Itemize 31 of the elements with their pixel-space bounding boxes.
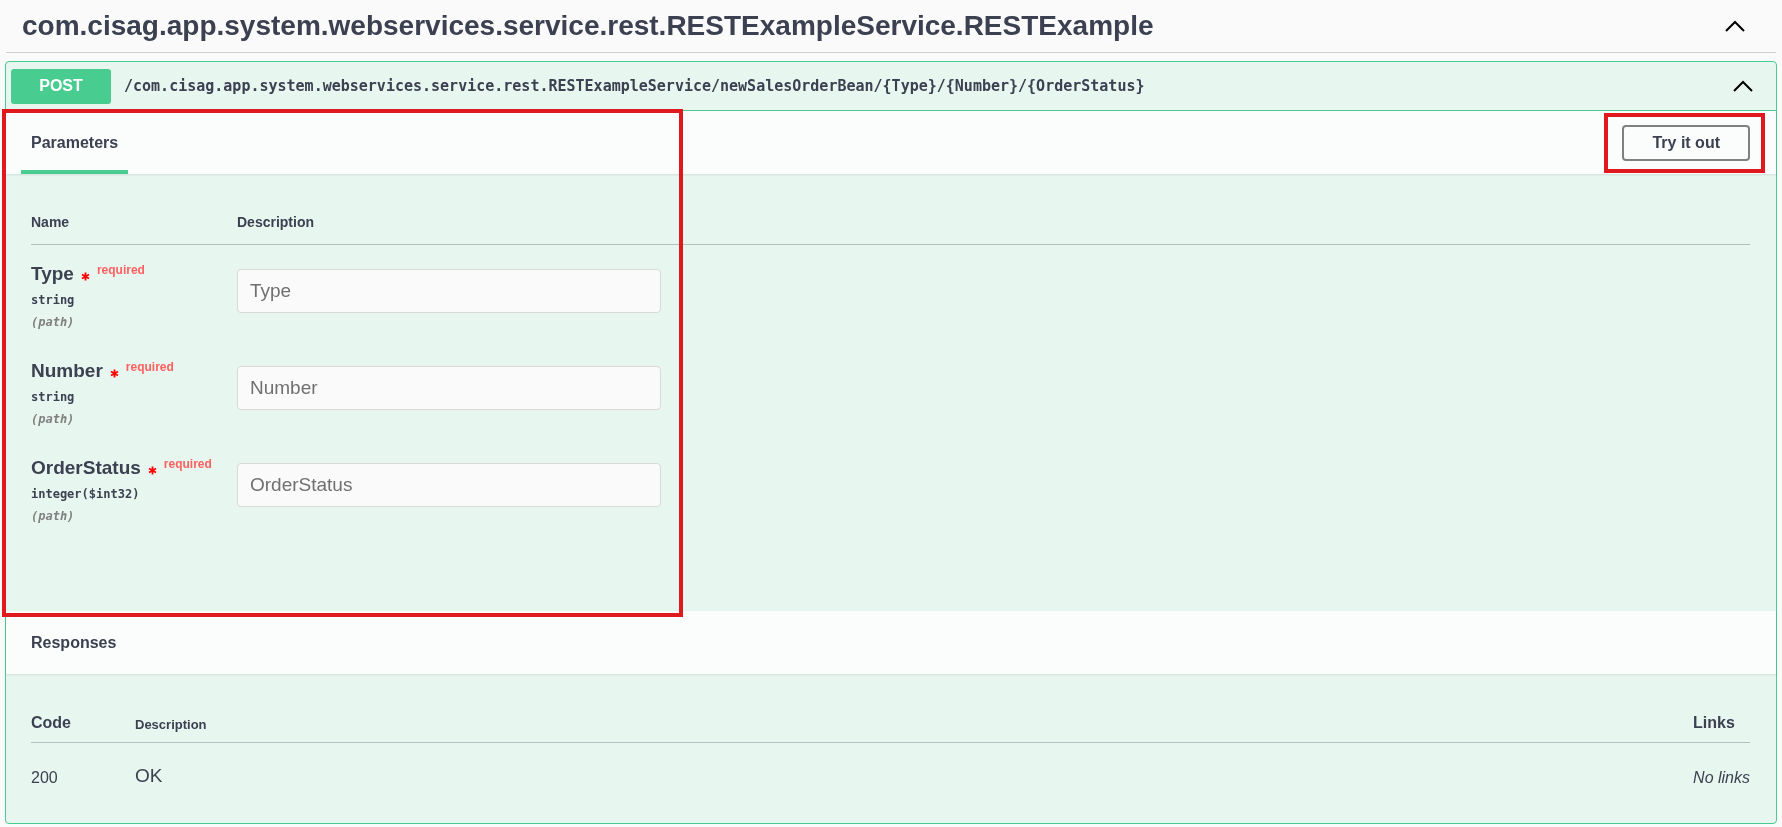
parameters-tab[interactable]: Parameters — [21, 114, 129, 174]
parameter-name: OrderStatus — [31, 457, 141, 479]
parameter-type: string — [31, 390, 76, 404]
section-title[interactable]: com.cisag.app.system.webservices.service.rest.RESTExampleService.RESTExample — [22, 10, 1154, 42]
required-label: required — [163, 457, 212, 471]
parameter-type: integer($int32) — [31, 487, 141, 501]
input-field[interactable]: Number — [237, 366, 661, 410]
collapse-chevron-icon[interactable] — [1732, 79, 1754, 93]
try-it-out-button[interactable]: Try it out — [1622, 124, 1750, 161]
column-header: Name — [31, 214, 71, 230]
endpoint-path[interactable]: /com.cisag.app.system.webservices.service.rest.RESTExampleService/newSalesOrderBean/{Type}/{Number}/{OrderStatus} — [124, 77, 1732, 95]
response-description: OK — [135, 764, 164, 787]
method-badge: POST — [11, 68, 111, 104]
parameter-name: Type — [31, 263, 74, 285]
column-header: Description — [135, 717, 1694, 743]
parameter-location: (path) — [31, 315, 76, 329]
required-label: required — [125, 360, 174, 374]
parameter-location: (path) — [31, 412, 76, 426]
parameter-name: Number — [31, 360, 103, 382]
column-header: Links — [1693, 714, 1750, 743]
responses-heading: Responses — [31, 633, 117, 652]
input-field[interactable]: OrderStatus — [237, 463, 661, 507]
parameter-location: (path) — [31, 509, 76, 523]
parameter-type: string — [31, 293, 76, 307]
required-label: required — [96, 263, 145, 277]
column-header: Code — [31, 714, 135, 743]
response-links: No links — [1693, 768, 1750, 787]
column-header: Description — [237, 214, 315, 230]
collapse-chevron-icon[interactable] — [1724, 19, 1746, 33]
input-field[interactable]: Type — [237, 269, 661, 313]
response-code: 200 — [31, 768, 59, 787]
